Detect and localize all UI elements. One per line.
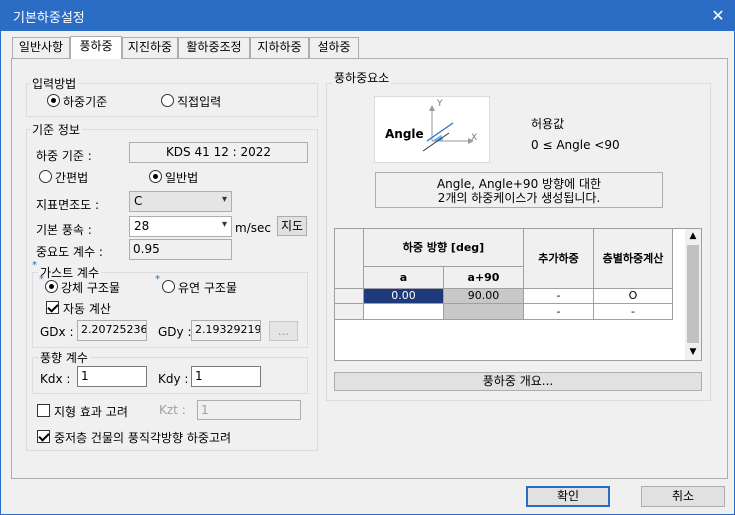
middle-low-rise-label: 중저층 건물의 풍직각방향 하중고려 <box>54 431 232 445</box>
grid-cell-story[interactable]: - <box>593 303 673 320</box>
gdx-label: GDx : <box>40 325 74 339</box>
diagram-x-label: X <box>471 133 478 143</box>
note-line-2: 2개의 하중케이스가 생성됩니다. <box>437 191 601 205</box>
gust-more-button[interactable]: ... <box>269 321 298 341</box>
basic-info-label: 기준 정보 <box>30 121 82 138</box>
tab-general[interactable]: 일반사항 <box>12 37 70 58</box>
direction-factor-label: 풍향 계수 <box>38 349 90 366</box>
radio-general-method-label: 일반법 <box>165 171 199 185</box>
tab-seismic-load[interactable]: 지진하중 <box>122 37 178 58</box>
rigid-asterisk: * <box>39 274 44 285</box>
grid-header-story: 층별하중계산 <box>593 228 673 289</box>
roughness-select[interactable]: C ▾ <box>129 191 232 212</box>
radio-simple-method[interactable] <box>39 170 52 183</box>
map-button[interactable]: 지도 <box>277 216 307 236</box>
radio-rigid-structure[interactable] <box>45 280 58 293</box>
topography-label: 지형 효과 고려 <box>54 405 128 419</box>
angle-diagram: Angle Y X <box>374 96 490 163</box>
kdy-field[interactable]: 1 <box>191 366 261 387</box>
gdy-field: 2.193292196 <box>191 320 261 341</box>
middle-low-rise-checkbox[interactable] <box>37 430 50 443</box>
roughness-label: 지표면조도 : <box>36 198 100 212</box>
allowed-range: 0 ≤ Angle <90 <box>531 138 620 152</box>
basic-wind-speed-label: 기본 풍속 : <box>36 223 92 237</box>
radio-flexible-structure-label: 유연 구조물 <box>178 281 238 295</box>
gdy-label: GDy : <box>158 325 192 339</box>
grid-cell-a[interactable]: 0.00 <box>363 288 444 304</box>
wind-elements-label: 풍하중요소 <box>332 69 392 86</box>
grid-row-header <box>334 303 364 320</box>
kzt-field: 1 <box>197 400 301 420</box>
tab-live-load-adjust[interactable]: 활하중조정 <box>178 37 250 58</box>
grid-row-header <box>334 288 364 304</box>
chevron-down-icon: ▾ <box>221 219 227 230</box>
gdx-field: 2.207252366 <box>77 320 147 341</box>
wind-summary-button[interactable]: 풍하중 개요... <box>334 372 702 391</box>
basic-wind-speed-value: 28 <box>134 219 150 233</box>
radio-direct-input-label: 직접입력 <box>177 95 222 109</box>
load-standard-field: KDS 41 12 : 2022 <box>129 142 308 163</box>
input-method-label: 입력방법 <box>30 75 79 92</box>
radio-flexible-structure[interactable] <box>162 280 175 293</box>
radio-simple-method-label: 간편법 <box>55 171 89 185</box>
scroll-up-icon[interactable]: ▲ <box>685 229 701 243</box>
title-bar: 기본하중설정 ✕ <box>1 1 734 31</box>
basic-wind-speed-select[interactable]: 28 ▾ <box>129 216 232 237</box>
kdx-label: Kdx : <box>40 372 71 386</box>
scroll-thumb[interactable] <box>687 245 699 343</box>
grid-subheader-a90: a+90 <box>443 266 524 289</box>
wind-load-panel: 입력방법 하중기준 직접입력 기준 정보 하중 기준 : KDS 41 12 :… <box>11 58 728 479</box>
kdx-field[interactable]: 1 <box>77 366 147 387</box>
radio-direct-input[interactable] <box>161 94 174 107</box>
dialog-window: 기본하중설정 ✕ 일반사항 풍하중 지진하중 활하중조정 지하하중 설하중 입력… <box>0 0 735 515</box>
grid-cell-extra[interactable]: - <box>523 288 594 304</box>
wind-speed-unit: m/sec <box>235 221 271 235</box>
radio-load-standard-label: 하중기준 <box>63 95 108 109</box>
grid-subheader-a: a <box>363 266 444 289</box>
allowed-value-label: 허용값 <box>531 117 565 131</box>
gust-asterisk: * <box>32 260 37 271</box>
roughness-value: C <box>134 194 143 208</box>
kdy-label: Kdy : <box>158 372 189 386</box>
auto-calc-checkbox[interactable] <box>46 301 59 314</box>
diagram-angle-label: Angle <box>385 127 424 141</box>
window-title: 기본하중설정 <box>13 11 85 26</box>
grid-header-extra: 추가하중 <box>523 228 594 289</box>
close-icon[interactable]: ✕ <box>706 4 730 28</box>
scroll-down-icon[interactable]: ▼ <box>685 345 701 359</box>
note-line-1: Angle, Angle+90 방향에 대한 <box>436 177 602 191</box>
grid-cell-a[interactable] <box>363 303 444 320</box>
grid-cell-extra[interactable]: - <box>523 303 594 320</box>
tab-snow-load[interactable]: 설하중 <box>309 37 359 58</box>
grid-cell-a90: 90.00 <box>443 288 524 304</box>
flexible-asterisk: * <box>155 274 160 285</box>
ok-button[interactable]: 확인 <box>526 486 610 507</box>
importance-factor-label: 중요도 계수 : <box>36 245 103 259</box>
radio-load-standard[interactable] <box>47 94 60 107</box>
tab-wind-load[interactable]: 풍하중 <box>70 36 122 59</box>
importance-factor-field: 0.95 <box>129 239 232 260</box>
tab-underground-load[interactable]: 지하하중 <box>250 37 309 58</box>
grid-cell-a90 <box>443 303 524 320</box>
grid-corner <box>334 228 364 289</box>
load-standard-label: 하중 기준 : <box>36 149 92 163</box>
load-case-note: Angle, Angle+90 방향에 대한 2개의 하중케이스가 생성됩니다. <box>375 172 663 208</box>
diagram-y-label: Y <box>437 99 443 109</box>
kzt-label: Kzt : <box>159 403 186 417</box>
grid-header-direction: 하중 방향 [deg] <box>363 228 524 267</box>
topography-checkbox[interactable] <box>37 404 50 417</box>
grid-cell-story[interactable]: O <box>593 288 673 304</box>
cancel-button[interactable]: 취소 <box>641 486 725 507</box>
grid-scrollbar[interactable]: ▲ ▼ <box>685 229 701 360</box>
radio-rigid-structure-label: 강체 구조물 <box>61 281 121 295</box>
auto-calc-label: 자동 계산 <box>63 302 111 316</box>
chevron-down-icon: ▾ <box>221 194 227 205</box>
radio-general-method[interactable] <box>149 170 162 183</box>
